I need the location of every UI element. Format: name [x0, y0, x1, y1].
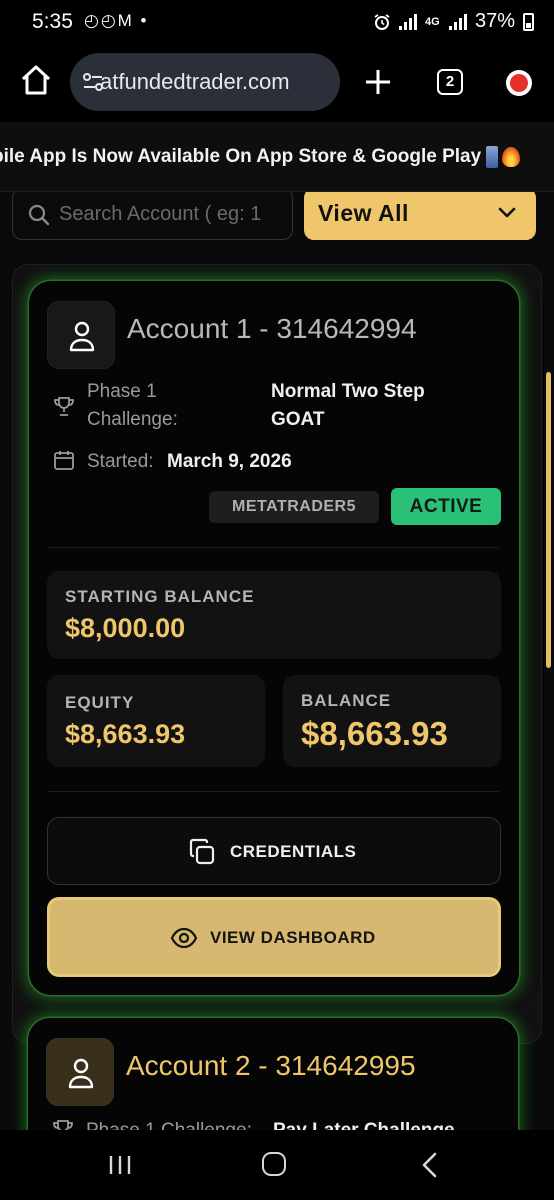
- starting-balance-box: STARTING BALANCE $8,000.00: [47, 571, 501, 659]
- equity-label: EQUITY: [65, 693, 135, 712]
- user-icon: [68, 1058, 94, 1089]
- announcement-banner: bile App Is Now Available On App Store &…: [0, 122, 554, 192]
- equity-box: EQUITY $8,663.93: [47, 675, 265, 767]
- new-tab-icon[interactable]: [362, 66, 394, 98]
- divider: [47, 547, 499, 548]
- battery-percent: 37%: [474, 10, 515, 32]
- scrollbar[interactable]: [546, 372, 551, 668]
- alarm-icon: [374, 13, 390, 30]
- banner-text: bile App Is Now Available On App Store &…: [0, 146, 482, 167]
- url-text: atfundedtrader.com: [100, 69, 290, 94]
- trophy-icon: [54, 397, 74, 416]
- home-icon[interactable]: [18, 62, 54, 98]
- tab-switcher-button[interactable]: 2: [437, 69, 463, 95]
- phone-icon: [486, 146, 498, 169]
- challenge-label: Challenge:: [87, 409, 178, 430]
- update-icon[interactable]: [506, 70, 532, 96]
- credentials-button[interactable]: CREDENTIALS: [47, 817, 501, 885]
- accounts-list: Account 1 - 314642994 Phase 1 Challenge:…: [12, 264, 542, 1044]
- network-type: 4G: [424, 15, 440, 28]
- balance-value: $8,663.93: [301, 715, 448, 752]
- divider: [47, 791, 499, 792]
- banner-emojis: [486, 146, 520, 169]
- fire-icon: [502, 147, 520, 168]
- signal-icon: [398, 13, 417, 30]
- battery-icon: [523, 12, 534, 31]
- search-icon: [28, 204, 50, 226]
- avatar: [46, 1038, 114, 1106]
- home-button-icon[interactable]: [262, 1152, 286, 1176]
- eye-icon: [170, 927, 198, 949]
- back-icon[interactable]: [420, 1152, 440, 1178]
- filter-label: View All: [318, 200, 409, 226]
- starting-balance-value: $8,000.00: [65, 613, 186, 643]
- status-badge: ACTIVE: [391, 488, 501, 525]
- browser-toolbar: atfundedtrader.com 2: [0, 44, 554, 122]
- search-input[interactable]: Search Account ( eg: 1: [12, 192, 293, 240]
- account-filter-select[interactable]: View All: [304, 192, 536, 240]
- address-bar[interactable]: atfundedtrader.com: [70, 53, 340, 111]
- challenge-brand: GOAT: [271, 409, 325, 430]
- starting-balance-label: STARTING BALANCE: [65, 587, 255, 606]
- accounts-page: Search Account ( eg: 1 View All Account …: [0, 192, 554, 1130]
- status-time: 5:35: [32, 10, 73, 33]
- account-title: Account 2 - 314642995: [126, 1050, 416, 1081]
- balance-box: BALANCE $8,663.93: [283, 675, 501, 767]
- challenge-type: Pay Later Challenge: [273, 1120, 455, 1130]
- trophy-icon: [53, 1120, 73, 1130]
- phase-label: Phase 1 Challenge:: [86, 1120, 252, 1130]
- account-card: Account 1 - 314642994 Phase 1 Challenge:…: [29, 281, 519, 995]
- notification-icons: ◴◴M •: [84, 11, 149, 30]
- credentials-label: CREDENTIALS: [230, 842, 357, 861]
- balance-label: BALANCE: [301, 691, 392, 710]
- account-card: Account 2 - 314642995 Phase 1 Challenge:…: [28, 1018, 518, 1130]
- system-nav-bar: [0, 1130, 554, 1200]
- user-icon: [69, 321, 95, 352]
- calendar-icon: [54, 451, 74, 470]
- chevron-down-icon: [498, 207, 516, 218]
- status-right: 4G 37%: [373, 10, 534, 33]
- copy-icon: [189, 838, 215, 865]
- view-dashboard-button[interactable]: VIEW DASHBOARD: [47, 897, 501, 977]
- started-label: Started:: [87, 451, 154, 472]
- platform-badge: METATRADER5: [209, 491, 379, 523]
- status-bar: 5:35 ◴◴M • 4G 37%: [0, 0, 554, 44]
- view-dashboard-label: VIEW DASHBOARD: [210, 928, 376, 947]
- account-title: Account 1 - 314642994: [127, 313, 417, 344]
- equity-value: $8,663.93: [65, 719, 186, 749]
- started-date: March 9, 2026: [167, 451, 292, 472]
- avatar: [47, 301, 115, 369]
- search-placeholder: Search Account ( eg: 1: [59, 203, 262, 225]
- recent-apps-icon[interactable]: [108, 1154, 132, 1176]
- signal-icon-2: [448, 13, 467, 30]
- challenge-type: Normal Two Step: [271, 381, 425, 402]
- phase-label: Phase 1: [87, 381, 157, 402]
